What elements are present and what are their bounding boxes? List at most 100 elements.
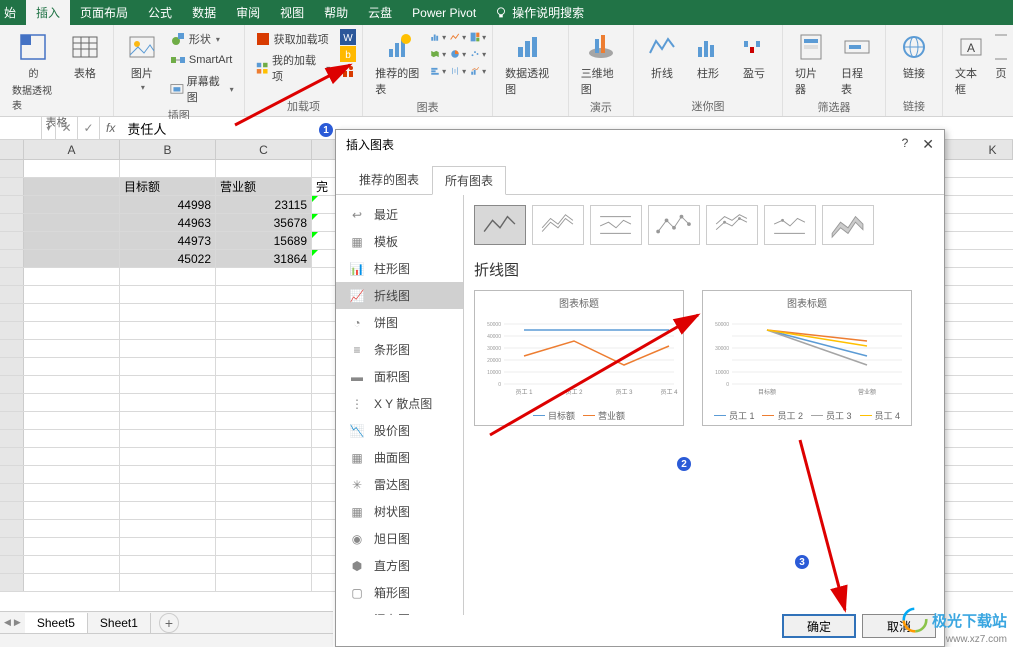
pivot-chart-button[interactable]: 数据透视图 xyxy=(499,29,562,99)
chart-type-面积图[interactable]: ▬面积图 xyxy=(336,363,463,390)
column-chart-icon[interactable]: ▾ xyxy=(430,29,446,45)
svg-text:员工 2: 员工 2 xyxy=(565,389,583,396)
chart-type-折线图[interactable]: 📈折线图 xyxy=(336,282,463,309)
chart-type-最近[interactable]: ↩最近 xyxy=(336,201,463,228)
recommended-charts-button[interactable]: 推荐的图表 xyxy=(369,29,428,99)
slicer-button[interactable]: 切片器 xyxy=(789,29,833,99)
sheet-nav-prev[interactable]: ◀ xyxy=(4,617,11,628)
chart-type-柱形图[interactable]: 📊柱形图 xyxy=(336,255,463,282)
chart-type-饼图[interactable]: ◔饼图 xyxy=(336,309,463,336)
chart-type-树状图[interactable]: ▦树状图 xyxy=(336,498,463,525)
people-graph-icon[interactable] xyxy=(340,63,356,79)
subtype-100stacked-line[interactable] xyxy=(590,205,642,245)
ribbon-tab-formulas[interactable]: 公式 xyxy=(138,0,182,25)
ribbon-tab-view[interactable]: 视图 xyxy=(270,0,314,25)
insert-chart-dialog: 插入图表 ? ✕ 推荐的图表 所有图表 ↩最近▦模板📊柱形图📈折线图◔饼图≡条形… xyxy=(335,129,945,647)
sheet-tab-bar: ◀ ▶ Sheet5 Sheet1 + xyxy=(0,611,333,633)
bing-icon[interactable]: b xyxy=(340,46,356,62)
ribbon-group-charts: 推荐的图表 ▾ ▾ ▾ ▾ ▾ ▾ ▾ ▾ ▾ 图表 xyxy=(363,25,493,116)
chart-type-条形图[interactable]: ≡条形图 xyxy=(336,336,463,363)
map-chart-icon[interactable]: ▾ xyxy=(430,46,446,62)
ribbon-tab-start-cut[interactable]: 始 xyxy=(0,0,26,25)
col-header[interactable]: C xyxy=(216,140,312,159)
svg-text:0: 0 xyxy=(498,382,501,388)
ribbon-tab-powerpivot[interactable]: Power Pivot xyxy=(402,2,486,24)
chart-type-箱形图[interactable]: ▢箱形图 xyxy=(336,579,463,606)
svg-text:员工 4: 员工 4 xyxy=(660,389,678,396)
header-footer-button[interactable]: 页 xyxy=(995,29,1007,83)
chart-subtype-row xyxy=(474,205,934,245)
chart-type-股价图[interactable]: 📉股价图 xyxy=(336,417,463,444)
ribbon-group-addins: 获取加载项 我的加载项▾ W b 加载项 xyxy=(245,25,364,116)
get-addins-button[interactable]: 获取加载项 xyxy=(251,29,335,49)
ribbon-tab-data[interactable]: 数据 xyxy=(182,0,226,25)
col-header[interactable]: A xyxy=(24,140,120,159)
3d-map-button[interactable]: 三维地图 xyxy=(575,29,627,99)
dialog-tab-recommended[interactable]: 推荐的图表 xyxy=(346,165,432,194)
chart-preview-1[interactable]: 图表标题 50000 40000 30000 20000 10000 0 员 xyxy=(474,290,684,426)
timeline-button[interactable]: 日程表 xyxy=(835,29,879,99)
wikipedia-icon[interactable]: W xyxy=(340,29,356,45)
combo-chart-icon[interactable]: ▾ xyxy=(470,63,486,79)
sparkline-column-button[interactable]: 柱形 xyxy=(686,29,730,83)
treemap-chart-icon[interactable]: ▾ xyxy=(470,29,486,45)
pivot-table-button[interactable]: 的数据透视表 xyxy=(6,29,61,114)
chart-type-曲面图[interactable]: ▦曲面图 xyxy=(336,444,463,471)
watermark: 极光下载站 xyxy=(902,607,1007,633)
dialog-help-icon[interactable]: ? xyxy=(902,136,909,153)
subtype-100stacked-line-markers[interactable] xyxy=(764,205,816,245)
confirm-formula-icon[interactable]: ✓ xyxy=(78,117,100,139)
scatter-chart-icon[interactable]: ▾ xyxy=(470,46,486,62)
table-button[interactable]: 表格 xyxy=(63,29,107,83)
ribbon-group-pivotchart: 数据透视图 xyxy=(493,25,569,116)
dialog-close-icon[interactable]: ✕ xyxy=(922,136,934,153)
subtype-3d-line[interactable] xyxy=(822,205,874,245)
ok-button[interactable]: 确定 xyxy=(782,614,856,638)
col-header[interactable]: K xyxy=(973,140,1013,159)
smartart-button[interactable]: SmartArt xyxy=(166,50,238,70)
chart-type-模板[interactable]: ▦模板 xyxy=(336,228,463,255)
sparkline-line-button[interactable]: 折线 xyxy=(640,29,684,83)
svg-text:50000: 50000 xyxy=(715,322,729,328)
ribbon-tab-cloud[interactable]: 云盘 xyxy=(358,0,402,25)
my-addins-button[interactable]: 我的加载项▾ xyxy=(251,50,335,86)
pie-chart-icon[interactable]: ▾ xyxy=(450,46,466,62)
shapes-button[interactable]: 形状▾ xyxy=(166,29,238,49)
chart-preview-2[interactable]: 图表标题 50000 30000 10000 0 目标额 xyxy=(702,290,912,426)
sheet-tab[interactable]: Sheet5 xyxy=(25,613,88,633)
subtype-line[interactable] xyxy=(474,205,526,245)
hyperlink-button[interactable]: 链接 xyxy=(892,29,936,83)
sparkline-winloss-button[interactable]: 盈亏 xyxy=(732,29,776,83)
tell-me-search[interactable]: 操作说明搜索 xyxy=(494,4,584,21)
cancel-formula-icon[interactable]: ✕ xyxy=(56,117,78,139)
col-header[interactable]: B xyxy=(120,140,216,159)
dialog-tab-all[interactable]: 所有图表 xyxy=(432,166,506,195)
name-box-dropdown[interactable]: ▾ xyxy=(42,117,56,139)
screenshot-button[interactable]: 屏幕截图▾ xyxy=(166,71,238,107)
name-box[interactable] xyxy=(0,117,42,139)
chart-type-瀑布图[interactable]: ▤瀑布图 xyxy=(336,606,463,615)
subtype-stacked-line-markers[interactable] xyxy=(706,205,758,245)
ribbon-tab-layout[interactable]: 页面布局 xyxy=(70,0,138,25)
subtype-line-markers[interactable] xyxy=(648,205,700,245)
ribbon-tab-insert[interactable]: 插入 xyxy=(26,0,70,25)
ribbon-tab-review[interactable]: 审阅 xyxy=(226,0,270,25)
chart-type-旭日图[interactable]: ◉旭日图 xyxy=(336,525,463,552)
ribbon-group-tours: 三维地图 演示 xyxy=(569,25,634,116)
subtype-stacked-line[interactable] xyxy=(532,205,584,245)
pictures-button[interactable]: 图片▾ xyxy=(120,29,164,94)
ribbon-tab-help[interactable]: 帮助 xyxy=(314,0,358,25)
line-chart-icon[interactable]: ▾ xyxy=(450,29,466,45)
textbox-button[interactable]: A文本框 xyxy=(949,29,993,99)
bar-chart-icon[interactable]: ▾ xyxy=(430,63,446,79)
chart-type-雷达图[interactable]: ✳雷达图 xyxy=(336,471,463,498)
stock-chart-icon[interactable]: ▾ xyxy=(450,63,466,79)
add-sheet-button[interactable]: + xyxy=(159,613,179,633)
chart-type-直方图[interactable]: ⬢直方图 xyxy=(336,552,463,579)
chart-type-X Y 散点图[interactable]: ⋮X Y 散点图 xyxy=(336,390,463,417)
select-all-corner[interactable] xyxy=(0,140,24,159)
fx-icon[interactable]: fx xyxy=(100,121,121,135)
sheet-tab[interactable]: Sheet1 xyxy=(88,613,151,633)
ribbon: 的数据透视表 表格 表格 图片▾ 形状▾ SmartArt 屏幕截图▾ 插图 xyxy=(0,25,1013,117)
sheet-nav-next[interactable]: ▶ xyxy=(14,617,21,628)
